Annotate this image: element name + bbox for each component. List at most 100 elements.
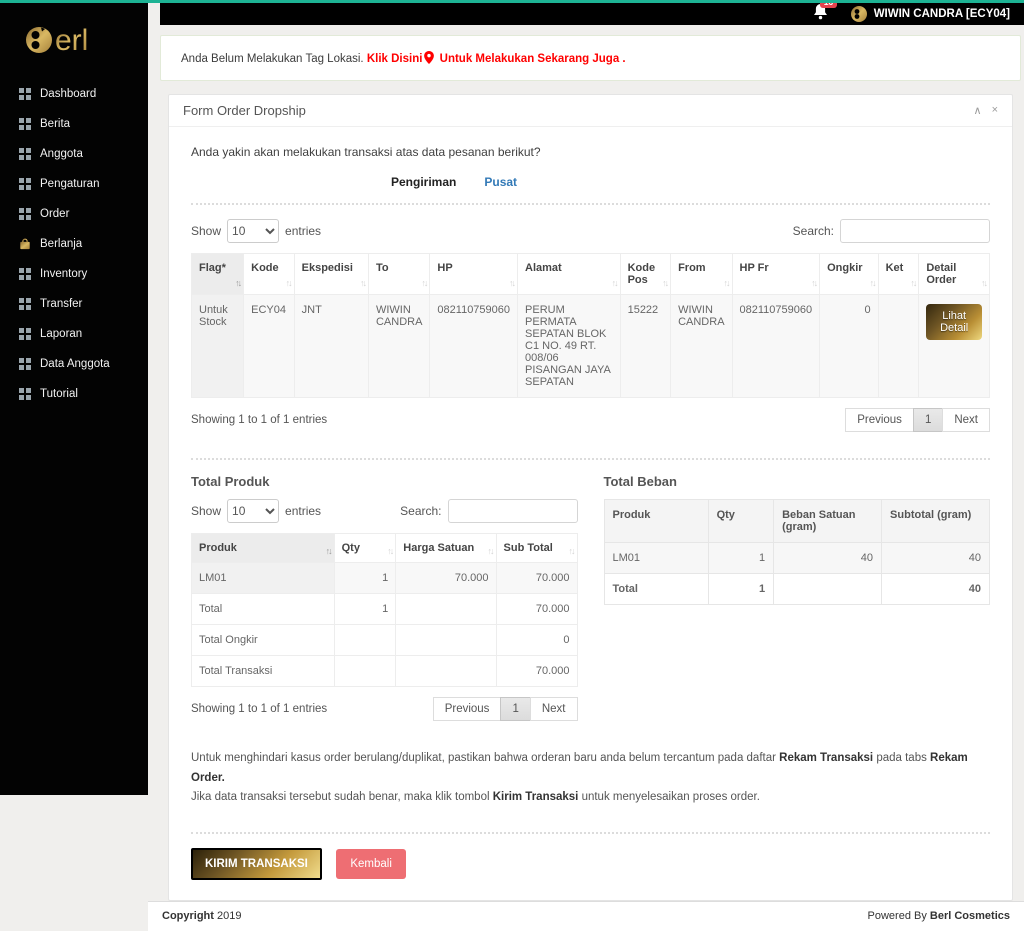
produk-total-transaksi-row: Total Transaksi 70.000 <box>191 655 578 687</box>
tab-pusat[interactable]: Pusat <box>484 175 517 189</box>
cell-qty: 1 <box>333 562 397 594</box>
col-subtotal-gram: Subtotal (gram) <box>881 499 990 543</box>
produk-page-size-select[interactable]: 10 <box>227 499 280 523</box>
cell-beban-satuan: 40 <box>773 542 883 574</box>
sidebar-item-berlanja[interactable]: Berlanja <box>0 229 148 259</box>
cell-label: Total Transaksi <box>191 655 335 687</box>
grid-icon <box>19 388 31 400</box>
sort-icon: ↑↓ <box>235 278 242 288</box>
sidebar-item-transfer[interactable]: Transfer <box>0 289 148 319</box>
user-menu[interactable]: WIWIN CANDRA [ECY04] <box>850 5 1010 23</box>
grid-icon <box>19 88 31 100</box>
col-produk[interactable]: Produk ↑↓ <box>191 533 335 563</box>
previous-button[interactable]: Previous <box>845 408 914 432</box>
lihat-detail-button[interactable]: Lihat Detail <box>926 304 982 340</box>
notifications-button[interactable]: 16 <box>813 0 838 25</box>
avatar-icon <box>850 6 867 22</box>
map-pin-icon <box>424 51 435 64</box>
previous-button[interactable]: Previous <box>432 697 502 721</box>
beban-total-row: Total 1 40 <box>603 573 990 605</box>
next-button[interactable]: Next <box>529 697 578 721</box>
col-kode[interactable]: Kode ↑↓ <box>243 253 295 295</box>
logo-text: erl <box>55 24 88 57</box>
page-1-button[interactable]: 1 <box>912 408 944 432</box>
search-label: Search: <box>400 504 442 518</box>
col-detail-order[interactable]: Detail Order ↑↓ <box>918 253 990 295</box>
collapse-icon[interactable]: ∧ <box>974 104 982 117</box>
sidebar-item-data-anggota[interactable]: Data Anggota <box>0 349 148 379</box>
order-table-pagination: Previous 1 Next <box>845 408 990 432</box>
sort-icon: ↑↓ <box>325 546 333 556</box>
kirim-transaksi-button[interactable]: KIRIM TRANSAKSI <box>191 847 322 880</box>
cell-ekspedisi: JNT <box>293 294 369 398</box>
alert-link[interactable]: Klik Disini <box>367 53 423 65</box>
col-qty[interactable]: Qty ↑↓ <box>333 533 397 563</box>
produk-total-row: Total 1 70.000 <box>191 593 578 625</box>
brand-logo: erl <box>0 3 148 79</box>
col-sub-total[interactable]: Sub Total ↑↓ <box>495 533 578 563</box>
cell-qty: 1 <box>707 573 775 605</box>
col-ket[interactable]: Ket ↑↓ <box>877 253 920 295</box>
sidebar-item-tutorial[interactable]: Tutorial <box>0 379 148 409</box>
page-size-select[interactable]: 10 <box>227 219 280 243</box>
grid-icon <box>19 118 31 130</box>
produk-search-input[interactable] <box>447 499 578 523</box>
sidebar-item-label: Anggota <box>40 148 83 160</box>
sidebar-item-pengaturan[interactable]: Pengaturan <box>0 169 148 199</box>
col-harga-satuan[interactable]: Harga Satuan ↑↓ <box>395 533 497 563</box>
col-produk: Produk <box>603 499 709 543</box>
cell-produk: LM01 <box>603 542 709 574</box>
produk-table-controls: Show 10 entries Search: <box>191 499 578 523</box>
col-qty: Qty <box>707 499 775 543</box>
grid-icon <box>19 148 31 160</box>
sort-icon: ↑↓ <box>869 278 877 288</box>
beban-row: LM01 1 40 40 <box>603 542 990 574</box>
sidebar-item-dashboard[interactable]: Dashboard <box>0 79 148 109</box>
cell-kode: ECY04 <box>243 294 295 398</box>
cell-alamat: PERUM PERMATA SEPATAN BLOK C1 NO. 49 RT.… <box>517 294 621 398</box>
sidebar-item-label: Laporan <box>40 328 83 340</box>
close-icon[interactable]: × <box>992 104 998 117</box>
col-from[interactable]: From ↑↓ <box>670 253 733 295</box>
cell-qty: 1 <box>707 542 775 574</box>
order-notes: Untuk menghindari kasus order berulang/d… <box>191 749 990 808</box>
total-beban-table: Produk Qty Beban Satuan (gram) Subtotal … <box>603 499 991 605</box>
cell-hp-fr: 082110759060 <box>731 294 821 398</box>
order-table: Flag* ↑↓ Kode ↑↓ Ekspedisi ↑↓ To ↑↓ HP ↑↓ Ala… <box>190 253 990 398</box>
copyright-text: Copyright 2019 <box>162 909 242 922</box>
produk-row: LM01 1 70.000 70.000 <box>191 562 578 594</box>
cell-qty <box>333 655 397 687</box>
col-ongkir[interactable]: Ongkir ↑↓ <box>819 253 879 295</box>
col-hp[interactable]: HP ↑↓ <box>429 253 519 295</box>
col-flag[interactable]: Flag* ↑↓ <box>190 253 245 295</box>
show-label: Show <box>191 504 222 518</box>
sidebar-item-laporan[interactable]: Laporan <box>0 319 148 349</box>
sort-icon: ↑↓ <box>421 278 428 288</box>
sort-icon: ↑↓ <box>811 278 818 288</box>
sort-icon: ↑↓ <box>285 278 293 288</box>
col-hp-fr[interactable]: HP Fr ↑↓ <box>731 253 821 295</box>
produk-table-pagination: Previous 1 Next <box>432 697 578 721</box>
col-alamat[interactable]: Alamat ↑↓ <box>517 253 621 295</box>
kembali-button[interactable]: Kembali <box>336 848 406 879</box>
order-table-summary: Showing 1 to 1 of 1 entries <box>191 414 328 426</box>
page-1-button[interactable]: 1 <box>500 697 531 721</box>
sidebar-item-anggota[interactable]: Anggota <box>0 139 148 169</box>
show-label: Show <box>191 224 222 238</box>
sidebar-item-inventory[interactable]: Inventory <box>0 259 148 289</box>
cell-harga-satuan: 70.000 <box>395 562 497 594</box>
produk-total-ongkir-row: Total Ongkir 0 <box>191 624 578 656</box>
main-area: 16 WIWIN CANDRA [ECY04] Anda Belum Melak… <box>148 0 1024 931</box>
sidebar-item-berita[interactable]: Berita <box>0 109 148 139</box>
order-search-input[interactable] <box>840 219 990 243</box>
alert-link-suffix[interactable]: Untuk Melakukan Sekarang Juga . <box>440 53 626 65</box>
cell-label: Total <box>603 573 709 605</box>
col-kode-pos[interactable]: Kode Pos ↑↓ <box>619 253 672 295</box>
grid-icon <box>19 358 31 370</box>
sidebar-item-order[interactable]: Order <box>0 199 148 229</box>
tab-pengiriman[interactable]: Pengiriman <box>391 175 456 189</box>
next-button[interactable]: Next <box>942 408 990 432</box>
panel-header: Form Order Dropship ∧ × <box>169 95 1012 127</box>
col-to[interactable]: To ↑↓ <box>367 253 431 295</box>
col-ekspedisi[interactable]: Ekspedisi ↑↓ <box>293 253 369 295</box>
